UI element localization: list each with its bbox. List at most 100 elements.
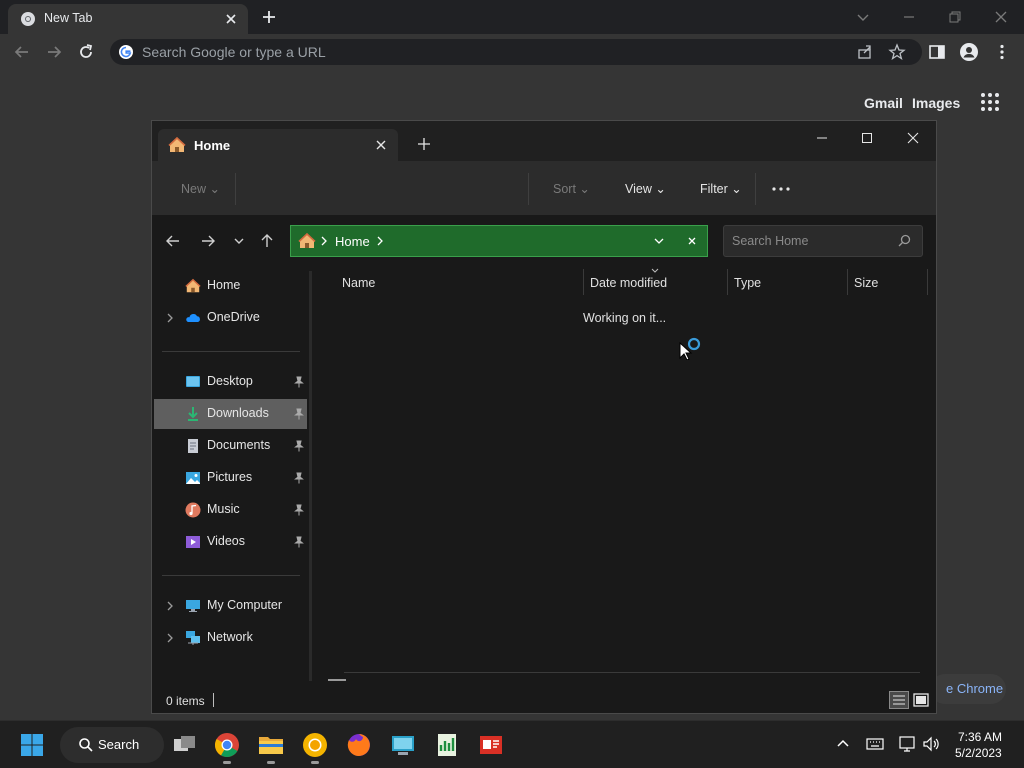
close-tab-icon[interactable]	[222, 10, 240, 28]
column-separator[interactable]	[583, 269, 584, 295]
keyboard-icon[interactable]	[866, 736, 884, 752]
minimize-icon[interactable]	[802, 125, 842, 151]
items-count: 0 items	[166, 694, 205, 708]
column-separator[interactable]	[727, 269, 728, 295]
see-more-icon[interactable]	[770, 179, 792, 199]
busy-cursor-icon	[679, 336, 703, 360]
chrome-taskbar-icon[interactable]	[213, 731, 241, 759]
remote-desktop-taskbar-icon[interactable]	[389, 731, 417, 759]
forward-icon[interactable]	[44, 42, 64, 62]
download-arrow-icon	[185, 406, 201, 422]
up-icon[interactable]	[258, 232, 276, 250]
task-view-icon[interactable]	[170, 731, 198, 759]
desktop-icon	[185, 374, 201, 390]
chrome-canary-taskbar-icon[interactable]	[301, 731, 329, 759]
back-icon[interactable]	[12, 42, 32, 62]
back-icon[interactable]	[164, 232, 182, 250]
new-button[interactable]: New ⌄	[181, 181, 220, 196]
address-dropdown-icon[interactable]	[651, 233, 667, 249]
breadcrumb-chevron-icon[interactable]	[375, 235, 385, 247]
google-icon	[118, 44, 134, 60]
sidebar-item-documents[interactable]: Documents	[154, 431, 307, 461]
google-apps-icon[interactable]	[980, 92, 1000, 112]
reload-icon[interactable]	[76, 42, 96, 62]
volume-icon[interactable]	[922, 735, 940, 753]
restore-icon[interactable]	[944, 6, 966, 28]
loading-status-text: Working on it...	[583, 311, 667, 325]
network-status-icon[interactable]	[898, 735, 916, 753]
sidebar-item-music[interactable]: Music	[154, 495, 307, 525]
address-bar[interactable]: Home	[290, 225, 708, 257]
images-link[interactable]: Images	[912, 95, 960, 111]
new-tab-button[interactable]	[258, 6, 280, 28]
spreadsheet-taskbar-icon[interactable]	[433, 731, 461, 759]
large-icons-view-icon[interactable]	[912, 691, 930, 709]
sidebar-item-network[interactable]: Network	[154, 623, 307, 653]
recent-locations-icon[interactable]	[230, 232, 248, 250]
omnibox-placeholder: Search Google or type a URL	[142, 44, 326, 60]
sidebar-item-videos[interactable]: Videos	[154, 527, 307, 557]
chevron-up-icon[interactable]	[835, 736, 851, 752]
presentation-taskbar-icon[interactable]	[477, 731, 505, 759]
search-box[interactable]: Search Home	[723, 225, 923, 257]
forward-icon[interactable]	[199, 232, 217, 250]
close-window-icon[interactable]	[990, 6, 1012, 28]
column-header-name[interactable]: Name	[342, 276, 375, 290]
share-icon[interactable]	[856, 43, 874, 61]
pin-icon	[293, 472, 305, 484]
omnibox[interactable]: Search Google or type a URL	[110, 39, 922, 65]
taskbar-search-button[interactable]: Search	[60, 727, 164, 763]
explorer-tab-home[interactable]: Home	[158, 129, 398, 161]
sidebar-item-downloads[interactable]: Downloads	[154, 399, 307, 429]
bookmark-star-icon[interactable]	[888, 43, 906, 61]
chrome-menu-icon[interactable]	[992, 42, 1012, 62]
minimize-icon[interactable]	[898, 6, 920, 28]
start-windows-icon[interactable]	[18, 731, 46, 759]
file-explorer-taskbar-icon[interactable]	[257, 731, 285, 759]
details-view-icon[interactable]	[889, 691, 909, 709]
navigation-pane: Home OneDrive Desktop Downloads Document…	[152, 269, 310, 679]
close-tab-icon[interactable]	[372, 136, 390, 154]
navigation-pane-splitter[interactable]	[309, 271, 312, 681]
sort-button[interactable]: Sort ⌄	[553, 181, 590, 196]
tab-search-icon[interactable]	[852, 6, 874, 28]
close-window-icon[interactable]	[893, 125, 933, 151]
onedrive-cloud-icon	[185, 310, 201, 326]
horizontal-scroll-track[interactable]	[344, 672, 920, 673]
breadcrumb-home[interactable]: Home	[335, 234, 370, 249]
stop-loading-icon[interactable]	[684, 233, 700, 249]
sidebar-item-desktop[interactable]: Desktop	[154, 367, 307, 397]
sidebar-item-home[interactable]: Home	[154, 271, 307, 301]
view-button[interactable]: View ⌄	[625, 181, 666, 196]
column-header-date-modified[interactable]: Date modified	[590, 276, 667, 290]
status-bar: 0 items	[152, 687, 936, 713]
customize-chrome-button[interactable]: e Chrome	[930, 674, 1006, 704]
side-panel-icon[interactable]	[928, 43, 946, 61]
sidebar-item-onedrive[interactable]: OneDrive	[154, 303, 307, 333]
status-separator	[213, 693, 214, 707]
clock-time[interactable]: 7:36 AM	[958, 730, 1002, 744]
firefox-taskbar-icon[interactable]	[345, 731, 373, 759]
profile-avatar-icon[interactable]	[959, 42, 979, 62]
clock-date[interactable]: 5/2/2023	[955, 746, 1002, 760]
sidebar-item-pictures[interactable]: Pictures	[154, 463, 307, 493]
gmail-link[interactable]: Gmail	[864, 95, 903, 111]
horizontal-scroll-thumb[interactable]	[328, 679, 346, 681]
column-separator[interactable]	[927, 269, 928, 295]
chevron-right-icon[interactable]	[165, 312, 175, 324]
column-header-type[interactable]: Type	[734, 276, 761, 290]
chevron-right-icon[interactable]	[165, 632, 175, 644]
new-tab-button[interactable]	[414, 134, 434, 154]
chrome-tab-new-tab[interactable]: New Tab	[8, 4, 248, 34]
chevron-right-icon[interactable]	[165, 600, 175, 612]
file-explorer-window: Home New ⌄ Sort ⌄ View ⌄ Filter ⌄ Home S…	[151, 120, 937, 714]
command-separator	[755, 173, 756, 205]
column-separator[interactable]	[847, 269, 848, 295]
taskbar: Search 7:36 AM 5/2/2023	[0, 720, 1024, 768]
filter-button[interactable]: Filter ⌄	[700, 181, 742, 196]
computer-icon	[185, 598, 201, 614]
breadcrumb-chevron-icon[interactable]	[319, 235, 329, 247]
sidebar-item-my-computer[interactable]: My Computer	[154, 591, 307, 621]
column-header-size[interactable]: Size	[854, 276, 878, 290]
maximize-icon[interactable]	[847, 125, 887, 151]
